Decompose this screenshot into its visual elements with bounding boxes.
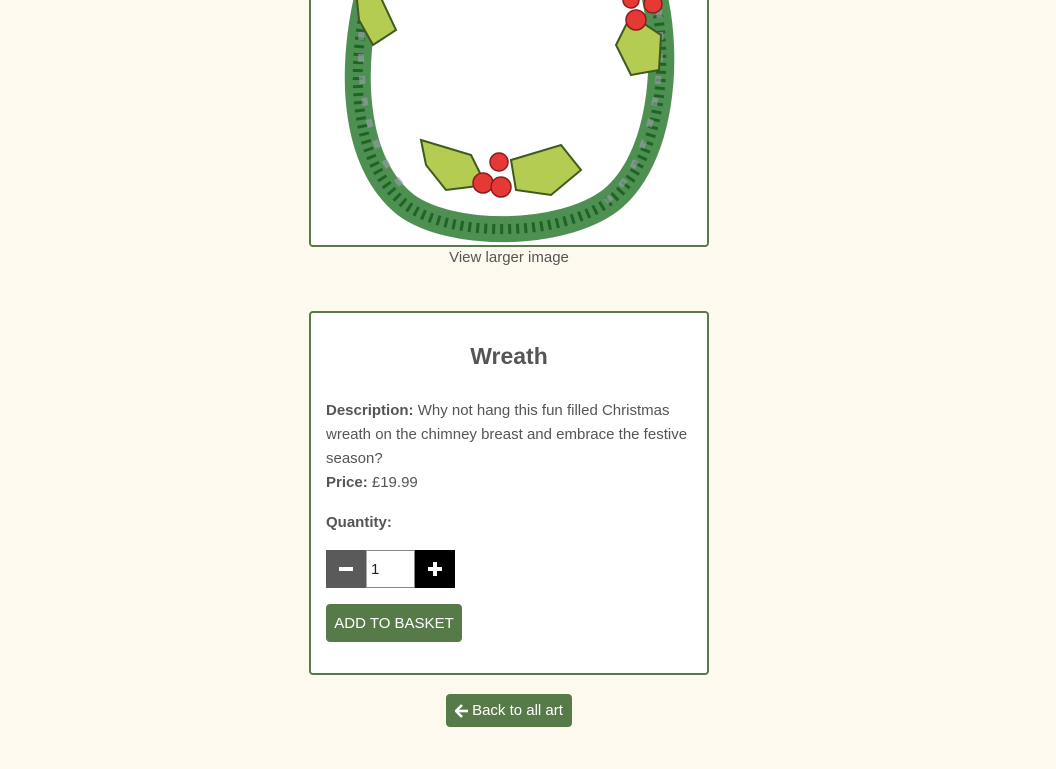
increment-quantity-button[interactable] bbox=[415, 550, 455, 588]
arrow-left-icon bbox=[455, 703, 469, 718]
description-label: Description: bbox=[326, 402, 414, 419]
price-label: Price: bbox=[326, 474, 368, 491]
decrement-quantity-button[interactable] bbox=[326, 550, 366, 588]
quantity-input[interactable] bbox=[366, 550, 415, 588]
view-larger-image-link[interactable]: View larger image bbox=[309, 249, 709, 266]
wreath-artwork bbox=[311, 0, 707, 245]
product-details-card: Wreath Description: Why not hang this fu… bbox=[309, 311, 709, 675]
product-image-frame[interactable] bbox=[309, 0, 709, 247]
back-to-all-art-button[interactable]: Back to all art bbox=[446, 694, 572, 727]
product-title: Wreath bbox=[470, 343, 548, 369]
plus-icon bbox=[428, 562, 442, 576]
add-to-basket-button[interactable]: ADD TO BASKET bbox=[326, 604, 462, 642]
quantity-stepper bbox=[326, 550, 455, 588]
quantity-label: Quantity: bbox=[326, 514, 392, 531]
minus-icon bbox=[339, 567, 353, 571]
product-price: Price: £19.99 bbox=[326, 471, 418, 495]
product-description: Description: Why not hang this fun fille… bbox=[326, 399, 694, 471]
product-detail-page: View larger image Wreath Description: Wh… bbox=[0, 0, 1056, 769]
back-button-label: Back to all art bbox=[472, 702, 563, 719]
price-value: £19.99 bbox=[371, 474, 418, 491]
